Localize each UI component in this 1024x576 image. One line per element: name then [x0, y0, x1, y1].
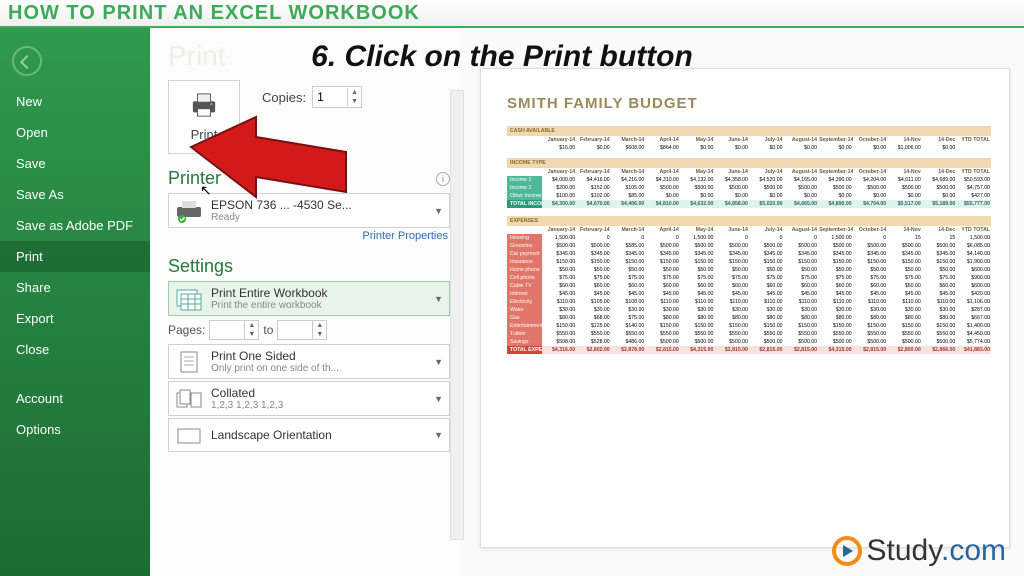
sidebar-item-open[interactable]: Open [0, 117, 150, 148]
sides-dropdown[interactable]: Print One SidedOnly print on one side of… [168, 344, 450, 379]
study-watermark: Study.com [832, 534, 1006, 568]
printer-status: Ready [211, 212, 426, 223]
print-button-label: Print [191, 127, 218, 142]
printer-heading: Printer [168, 168, 221, 189]
print-settings-pane: Print Print Copies: ▲▼ Printer i [150, 28, 460, 576]
workbook-icon [175, 287, 203, 311]
print-button[interactable]: Print [168, 80, 240, 154]
sidebar-item-new[interactable]: New [0, 86, 150, 117]
file-menu-sidebar: NewOpenSaveSave AsSave as Adobe PDFPrint… [0, 28, 150, 576]
chevron-down-icon: ▼ [434, 294, 443, 304]
sidebar-item-export[interactable]: Export [0, 303, 150, 334]
study-logo-icon [832, 536, 862, 566]
sidebar-item-save-as-adobe-pdf[interactable]: Save as Adobe PDF [0, 210, 150, 241]
sidebar-item-share[interactable]: Share [0, 272, 150, 303]
chevron-down-icon: ▼ [434, 357, 443, 367]
collate-icon [175, 387, 203, 411]
printer-device-icon [175, 199, 203, 223]
info-icon[interactable]: i [436, 172, 450, 186]
budget-table: CASH AVAILABLE January-14February-14Marc… [507, 126, 991, 354]
copies-input[interactable] [313, 87, 347, 107]
page-icon [175, 350, 203, 374]
pages-label: Pages: [168, 323, 205, 337]
tutorial-banner: HOW TO PRINT AN EXCEL WORKBOOK [0, 0, 1024, 28]
printer-properties-link[interactable]: Printer Properties [168, 230, 448, 242]
settings-scrollbar[interactable] [450, 90, 464, 540]
print-scope-dropdown[interactable]: Print Entire WorkbookPrint the entire wo… [168, 281, 450, 316]
chevron-down-icon: ▼ [434, 206, 443, 216]
pages-from-input[interactable] [210, 321, 244, 339]
spin-down-icon[interactable]: ▼ [347, 97, 361, 106]
sidebar-item-save[interactable]: Save [0, 148, 150, 179]
printer-icon [189, 92, 219, 121]
orientation-dropdown[interactable]: Landscape Orientation ▼ [168, 418, 450, 452]
printer-name: EPSON 736 ... -4530 Se... [211, 198, 426, 212]
sidebar-item-print[interactable]: Print [0, 241, 150, 272]
document-title: SMITH FAMILY BUDGET [507, 95, 991, 112]
pages-from-spinner[interactable]: ▲▼ [209, 320, 259, 340]
print-preview: SMITH FAMILY BUDGET CASH AVAILABLE Janua… [480, 68, 1010, 548]
tutorial-step-caption: 6. Click on the Print button [0, 40, 1004, 74]
pages-to-input[interactable] [278, 321, 312, 339]
copies-label: Copies: [262, 90, 306, 105]
pages-to-spinner[interactable]: ▲▼ [277, 320, 327, 340]
sidebar-item-save-as[interactable]: Save As [0, 179, 150, 210]
chevron-down-icon: ▼ [434, 430, 443, 440]
sidebar-item-account[interactable]: Account [0, 383, 150, 414]
sidebar-item-close[interactable]: Close [0, 334, 150, 365]
landscape-icon [175, 423, 203, 447]
chevron-down-icon: ▼ [434, 394, 443, 404]
copies-spinner[interactable]: ▲▼ [312, 86, 362, 108]
cursor-icon: ↖ [200, 182, 212, 199]
collate-dropdown[interactable]: Collated1,2,3 1,2,3 1,2,3 ▼ [168, 381, 450, 416]
spin-up-icon[interactable]: ▲ [347, 88, 361, 97]
sidebar-item-options[interactable]: Options [0, 414, 150, 445]
pages-to-label: to [263, 323, 273, 337]
settings-heading: Settings [168, 256, 233, 277]
